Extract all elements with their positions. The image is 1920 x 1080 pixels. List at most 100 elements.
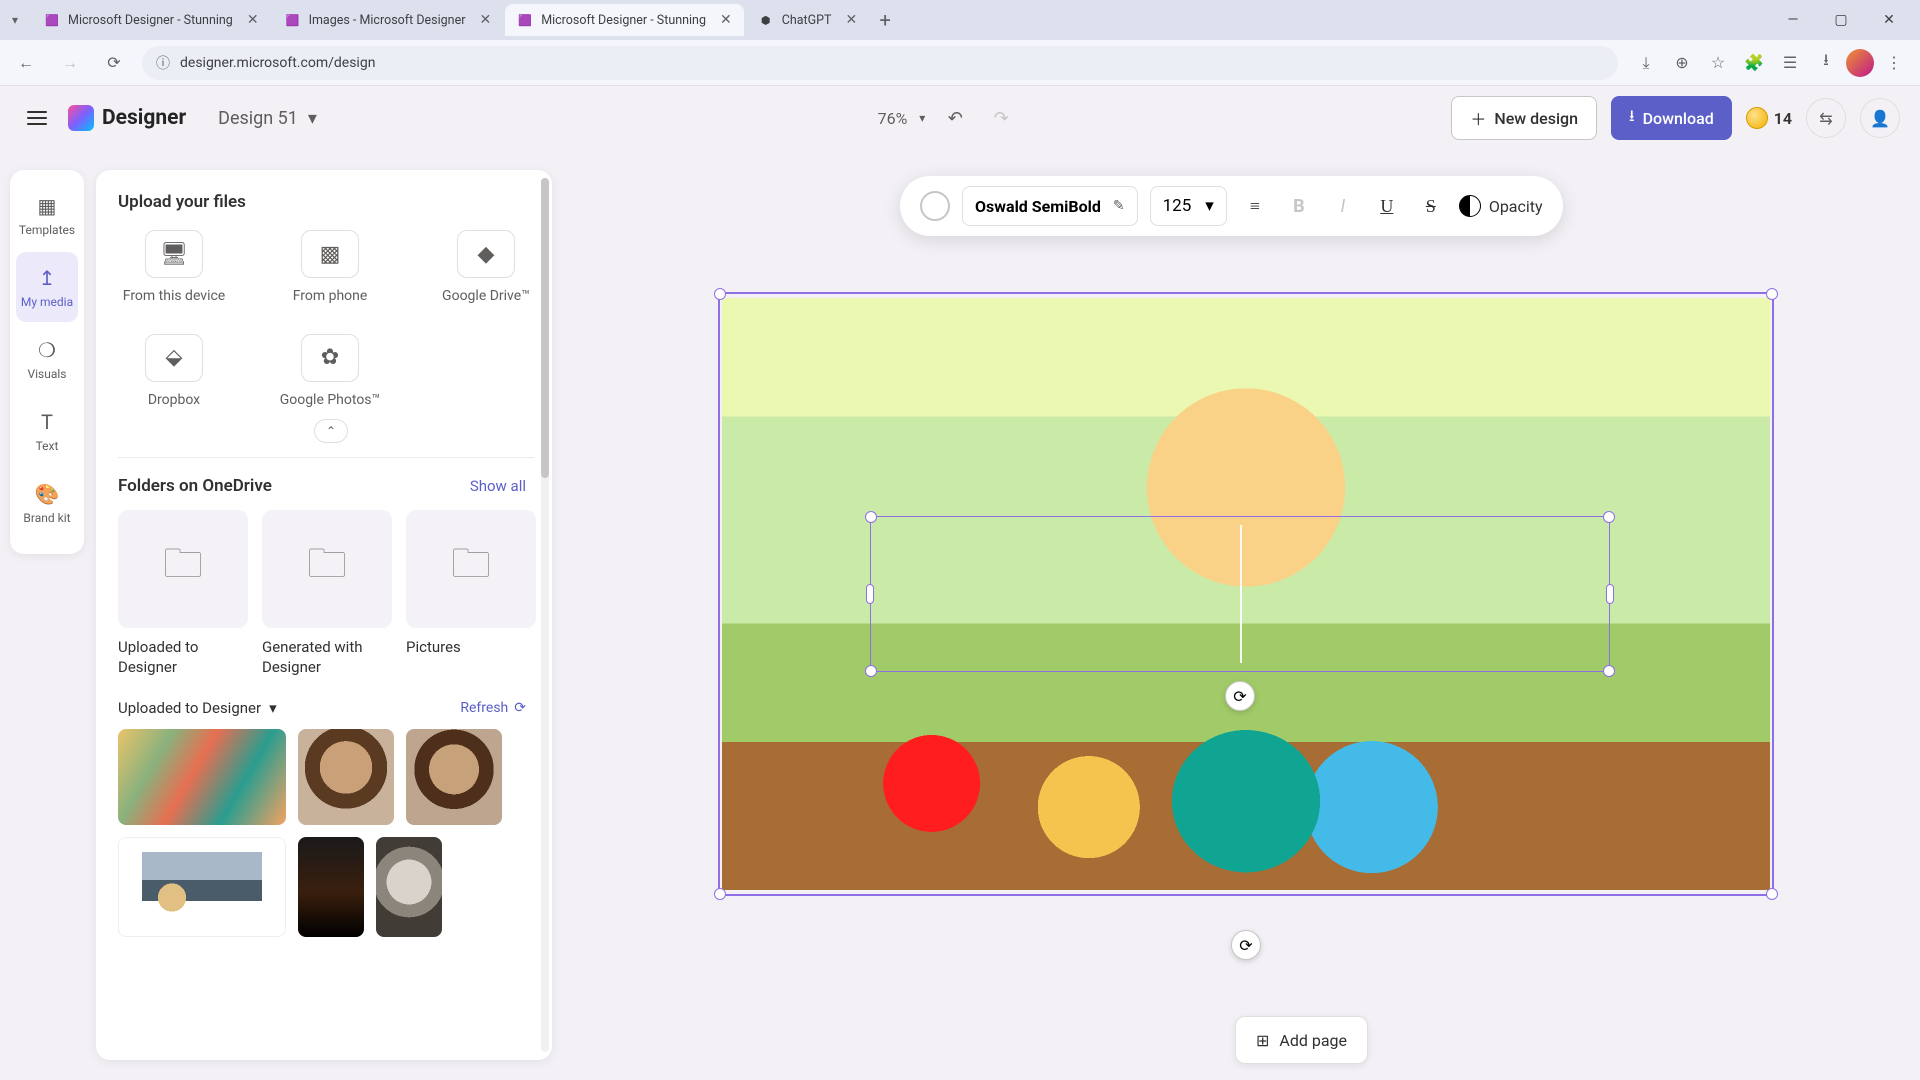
coin-icon — [1746, 107, 1768, 129]
media-thumbnail[interactable] — [118, 729, 286, 825]
strikethrough-button[interactable]: S — [1415, 190, 1447, 222]
textbox-selection-frame[interactable]: ⟳ — [870, 516, 1610, 672]
share-button[interactable]: ⇆ — [1806, 98, 1846, 138]
downloads-icon[interactable]: ⭳ — [1810, 47, 1842, 79]
site-info-icon[interactable]: ⓘ — [156, 53, 170, 73]
folder-generated[interactable]: 🗀 Generated with Designer — [262, 510, 392, 677]
brand[interactable]: Designer — [68, 105, 186, 131]
close-tab-icon[interactable]: ✕ — [479, 12, 491, 28]
upload-google-drive[interactable]: ◆ Google Drive™ — [430, 230, 542, 306]
rotate-handle[interactable]: ⟳ — [1231, 930, 1261, 960]
scrollbar-thumb[interactable] — [541, 178, 549, 478]
show-all-link[interactable]: Show all — [470, 477, 526, 495]
folder-uploaded[interactable]: 🗀 Uploaded to Designer — [118, 510, 248, 677]
canvas[interactable]: ⟳ ⟳ — [718, 292, 1774, 896]
browser-tab-1[interactable]: 🟪 Images - Microsoft Designer ✕ — [273, 4, 504, 36]
zoom-control[interactable]: 76% ▾ — [878, 109, 926, 128]
toolbar-actions: ⤓ ⊕ ☆ 🧩 ☰ ⭳ ⋮ — [1630, 47, 1910, 79]
zoom-icon[interactable]: ⊕ — [1666, 47, 1698, 79]
close-tab-icon[interactable]: ✕ — [247, 12, 259, 28]
back-button[interactable]: ← — [10, 47, 42, 79]
refresh-button[interactable]: Refresh ⟳ — [460, 700, 526, 716]
minimize-button[interactable]: — — [1770, 4, 1816, 36]
media-thumbnail[interactable] — [376, 837, 442, 937]
opacity-button[interactable]: Opacity — [1459, 195, 1543, 217]
design-name-dropdown[interactable]: Design 51 ▾ — [218, 108, 317, 129]
gphotos-icon: ✿ — [301, 334, 359, 382]
kebab-menu-icon[interactable]: ⋮ — [1878, 47, 1910, 79]
resize-handle-tl[interactable] — [865, 511, 877, 523]
extensions-icon[interactable]: 🧩 — [1738, 47, 1770, 79]
upload-google-photos[interactable]: ✿ Google Photos™ — [274, 334, 386, 410]
profile-avatar[interactable] — [1846, 49, 1874, 77]
rail-item-templates[interactable]: ▦ Templates — [16, 180, 78, 250]
upload-from-device[interactable]: 🖥 From this device — [118, 230, 230, 306]
maximize-button[interactable]: ▢ — [1818, 4, 1864, 36]
upload-label: Dropbox — [148, 392, 200, 410]
folder-pictures[interactable]: 🗀 Pictures — [406, 510, 536, 677]
forward-button[interactable]: → — [54, 47, 86, 79]
brand-logo-icon — [68, 105, 94, 131]
rail-label: Visuals — [27, 367, 66, 381]
browser-tab-0[interactable]: 🟪 Microsoft Designer - Stunning ✕ — [32, 4, 271, 36]
undo-button[interactable]: ↶ — [939, 102, 971, 134]
font-size-picker[interactable]: 125 ▾ — [1150, 186, 1227, 226]
new-tab-button[interactable]: + — [871, 6, 899, 34]
reload-button[interactable]: ⟳ — [98, 47, 130, 79]
upload-dropbox[interactable]: ⬙ Dropbox — [118, 334, 230, 410]
redo-button[interactable]: ↷ — [985, 102, 1017, 134]
tab-list-controls: ▾ — [8, 11, 22, 29]
upload-label: From this device — [123, 288, 225, 306]
resize-handle-br[interactable] — [1766, 888, 1778, 900]
resize-handle-l[interactable] — [866, 584, 874, 604]
folder-icon: 🗀 — [262, 510, 392, 628]
resize-handle-tr[interactable] — [1603, 511, 1615, 523]
address-bar[interactable]: ⓘ designer.microsoft.com/design — [142, 46, 1618, 80]
resize-handle-tr[interactable] — [1766, 288, 1778, 300]
close-tab-icon[interactable]: ✕ — [846, 12, 858, 28]
close-window-button[interactable]: ✕ — [1866, 4, 1912, 36]
align-button[interactable]: ≡ — [1239, 190, 1271, 222]
reading-list-icon[interactable]: ☰ — [1774, 47, 1806, 79]
font-picker[interactable]: Oswald SemiBold ✎ — [962, 186, 1138, 226]
download-button[interactable]: ⭳ Download — [1611, 96, 1732, 140]
resize-handle-bl[interactable] — [714, 888, 726, 900]
close-tab-icon[interactable]: ✕ — [720, 12, 732, 28]
tab-search-icon[interactable]: ▾ — [8, 11, 22, 29]
rotate-handle[interactable]: ⟳ — [1225, 681, 1255, 711]
bold-button[interactable]: B — [1283, 190, 1315, 222]
upload-from-phone[interactable]: ▩ From phone — [274, 230, 386, 306]
rail-item-brand-kit[interactable]: 🎨 Brand kit — [16, 468, 78, 538]
side-panel-my-media: Upload your files 🖥 From this device ▩ F… — [96, 170, 552, 1060]
media-thumbnail[interactable] — [298, 729, 394, 825]
rail-label: My media — [21, 295, 73, 309]
media-thumbnail[interactable] — [298, 837, 364, 937]
refresh-icon: ⟳ — [514, 700, 526, 716]
uploads-dropdown[interactable]: Uploaded to Designer ▾ — [118, 699, 277, 717]
new-design-button[interactable]: ＋ New design — [1451, 96, 1597, 140]
resize-handle-bl[interactable] — [865, 665, 877, 677]
text-color-swatch[interactable] — [920, 191, 950, 221]
browser-tab-3[interactable]: ⬢ ChatGPT ✕ — [746, 4, 870, 36]
italic-button[interactable]: I — [1327, 190, 1359, 222]
add-page-button[interactable]: ⊞ Add page — [1235, 1016, 1368, 1064]
menu-button[interactable] — [20, 101, 54, 135]
media-thumbnail[interactable] — [406, 729, 502, 825]
resize-handle-r[interactable] — [1606, 584, 1614, 604]
rail-item-my-media[interactable]: ↥ My media — [16, 252, 78, 322]
credits-button[interactable]: 14 — [1746, 107, 1792, 129]
rail-item-visuals[interactable]: ❍ Visuals — [16, 324, 78, 394]
upload-icon: ↥ — [39, 266, 56, 290]
browser-tab-2[interactable]: 🟪 Microsoft Designer - Stunning ✕ — [505, 4, 744, 36]
underline-button[interactable]: U — [1371, 190, 1403, 222]
bookmark-icon[interactable]: ☆ — [1702, 47, 1734, 79]
collapse-upload-section[interactable]: ⌃ — [314, 419, 348, 443]
resize-handle-tl[interactable] — [714, 288, 726, 300]
install-app-icon[interactable]: ⤓ — [1630, 47, 1662, 79]
rail-item-text[interactable]: T Text — [16, 396, 78, 466]
panel-scrollbar[interactable] — [541, 178, 549, 1052]
media-thumbnail[interactable] — [118, 837, 286, 937]
resize-handle-br[interactable] — [1603, 665, 1615, 677]
chevron-down-icon: ▾ — [269, 699, 277, 717]
account-button[interactable]: 👤 — [1860, 98, 1900, 138]
